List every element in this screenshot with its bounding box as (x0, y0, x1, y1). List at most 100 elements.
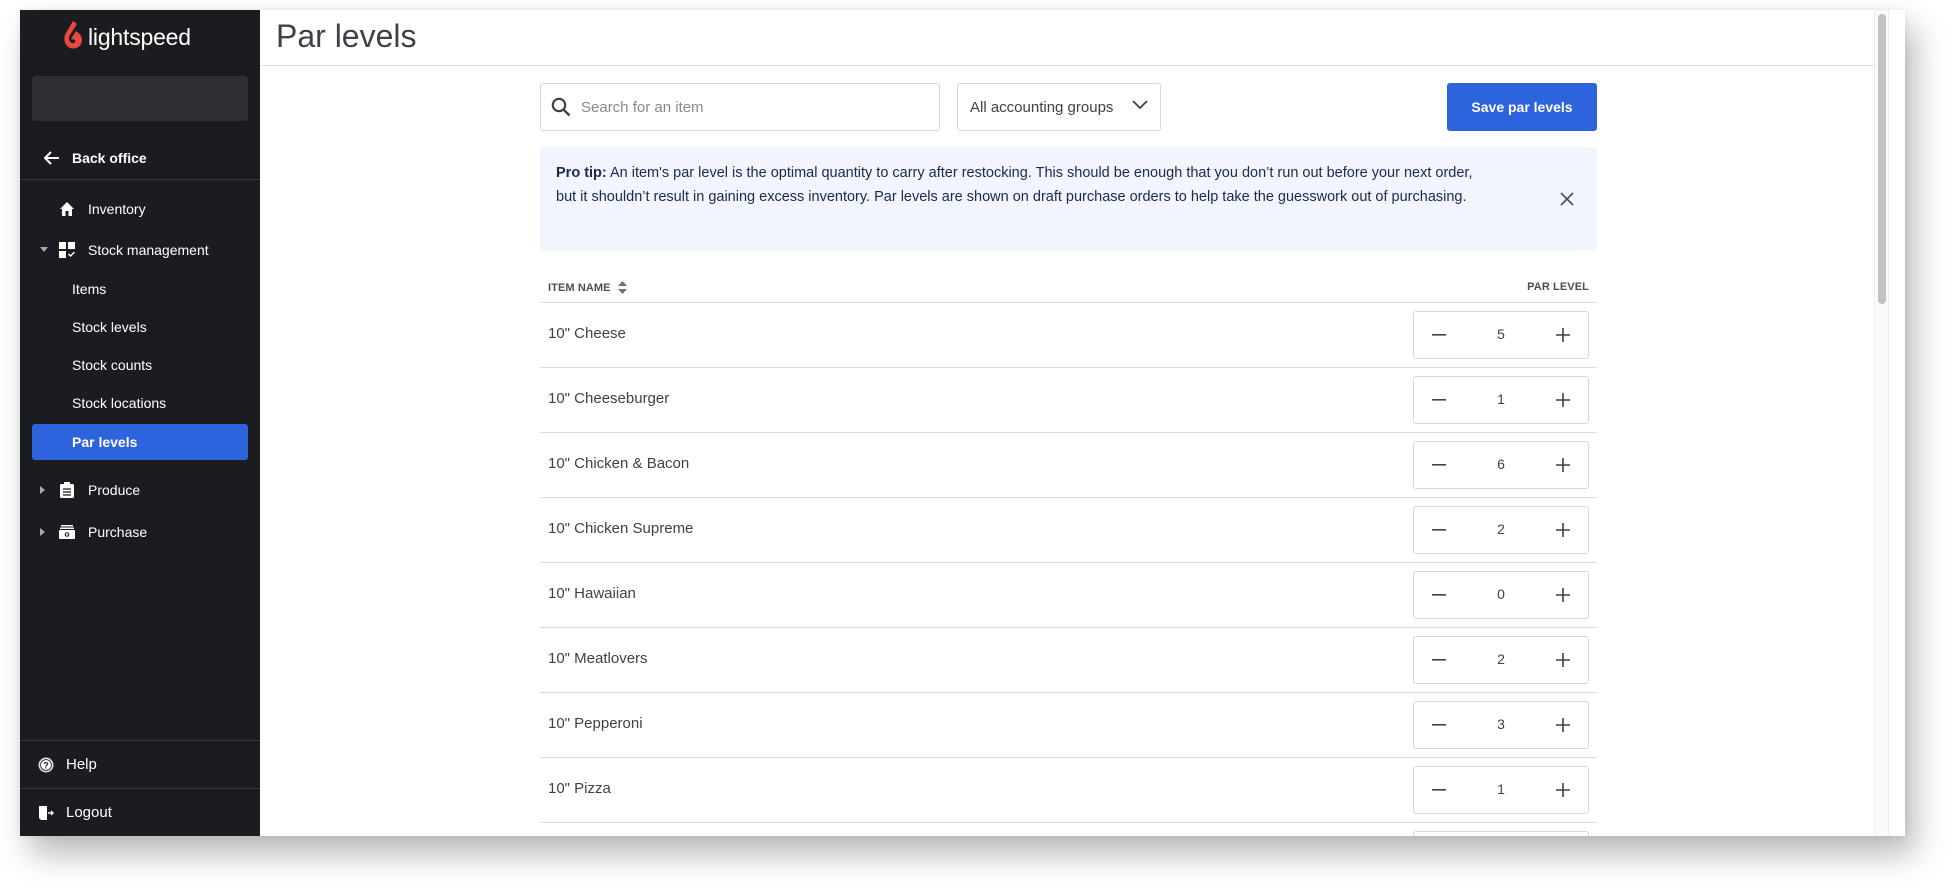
table-row: 10" Cheese 5 (540, 303, 1597, 368)
back-office-link[interactable]: Back office (20, 136, 260, 180)
item-name: 10" Chicken Supreme (548, 520, 694, 537)
plus-icon[interactable] (1554, 326, 1572, 344)
par-level-stepper[interactable]: 6 (1413, 441, 1589, 489)
par-level-stepper[interactable]: 0 (1413, 571, 1589, 619)
sidebar-subitem-items[interactable]: Items (32, 271, 248, 307)
item-search-input[interactable] (581, 98, 921, 116)
pro-tip-label: Pro tip: (556, 165, 607, 181)
accounting-group-select[interactable]: All accounting groups (957, 83, 1161, 131)
sidebar-item-purchase[interactable]: Purchase (20, 515, 260, 549)
sidebar-subitem-par-levels[interactable]: Par levels (32, 424, 248, 460)
table-row: 10" Chicken & Bacon 6 (540, 433, 1597, 498)
page-header: Par levels (260, 10, 1875, 66)
minus-icon[interactable] (1430, 521, 1448, 539)
plus-icon[interactable] (1554, 391, 1572, 409)
par-level-value[interactable]: 6 (1464, 456, 1538, 472)
par-level-stepper[interactable]: 1 (1413, 766, 1589, 814)
plus-icon[interactable] (1554, 456, 1572, 474)
plus-icon[interactable] (1554, 651, 1572, 669)
back-office-label: Back office (72, 149, 147, 166)
par-level-value[interactable]: 0 (1464, 586, 1538, 602)
brand-name: lightspeed (88, 23, 191, 50)
toolbar: All accounting groups Save par levels (540, 83, 1597, 131)
minus-icon[interactable] (1430, 651, 1448, 669)
chevron-down-icon (1132, 100, 1148, 110)
minus-icon[interactable] (1430, 586, 1448, 604)
minus-icon[interactable] (1430, 391, 1448, 409)
table-row: 10" Pizza 1 (540, 758, 1597, 823)
flame-logo-icon (62, 20, 84, 55)
plus-icon[interactable] (1554, 781, 1572, 799)
minus-icon[interactable] (1430, 456, 1448, 474)
item-name: 10" Cheeseburger (548, 390, 670, 407)
par-level-stepper[interactable]: 2 (1413, 506, 1589, 554)
caret-right-icon (40, 528, 48, 536)
sidebar-subitem-label: Stock counts (72, 357, 153, 373)
par-level-value[interactable]: 2 (1464, 651, 1538, 667)
sidebar-subitem-stock-locations[interactable]: Stock locations (32, 385, 248, 421)
table-header: ITEM NAME PAR LEVEL (540, 267, 1597, 303)
sidebar-item-label: Inventory (88, 201, 146, 217)
lightspeed-logo[interactable]: lightspeed (62, 20, 191, 55)
help-label: Help (66, 756, 97, 773)
vertical-scrollbar[interactable] (1874, 10, 1889, 836)
page-title: Par levels (276, 18, 417, 54)
plus-icon[interactable] (1554, 586, 1572, 604)
table-row: 10" Cheeseburger 1 (540, 368, 1597, 433)
item-name: 10" Chicken & Bacon (548, 455, 690, 472)
par-level-value[interactable]: 3 (1464, 716, 1538, 732)
par-level-stepper[interactable]: 2 (1413, 636, 1589, 684)
accounting-group-value: All accounting groups (970, 98, 1114, 116)
minus-icon[interactable] (1430, 781, 1448, 799)
par-level-value[interactable]: 5 (1464, 326, 1538, 342)
main-content: Par levels All accounting groups Save pa… (260, 10, 1905, 836)
plus-icon[interactable] (1554, 716, 1572, 734)
item-name: 10" Pizza (548, 780, 611, 797)
item-name: 10" Pepperoni (548, 715, 643, 732)
table-row: 10" Hawaiian 0 (540, 563, 1597, 628)
sidebar-item-produce[interactable]: Produce (20, 473, 260, 507)
sidebar: lightspeed Back office Inventory Stock m… (20, 10, 260, 836)
arrow-left-icon (44, 150, 60, 165)
par-level-stepper[interactable]: 5 (1413, 311, 1589, 359)
table-row: 10" Pepperoni 3 (540, 693, 1597, 758)
sidebar-location-field[interactable] (32, 76, 248, 121)
help-link[interactable]: ? Help (20, 740, 260, 788)
scrollbar-thumb[interactable] (1878, 14, 1886, 304)
plus-icon[interactable] (1554, 521, 1572, 539)
par-level-stepper[interactable]: 1 (1413, 376, 1589, 424)
sidebar-subitem-stock-counts[interactable]: Stock counts (32, 347, 248, 383)
minus-icon[interactable] (1430, 716, 1448, 734)
sort-icon (617, 281, 627, 294)
item-search-box[interactable] (540, 83, 940, 131)
sidebar-subitem-stock-levels[interactable]: Stock levels (32, 309, 248, 345)
save-par-levels-button[interactable]: Save par levels (1447, 83, 1597, 131)
par-level-stepper[interactable] (1413, 831, 1589, 836)
minus-icon[interactable] (1430, 326, 1448, 344)
close-icon[interactable] (1559, 191, 1575, 207)
app-window: lightspeed Back office Inventory Stock m… (20, 10, 1905, 836)
par-level-value[interactable]: 1 (1464, 391, 1538, 407)
par-level-value[interactable]: 1 (1464, 781, 1538, 797)
dashboard-check-icon (58, 241, 76, 259)
table-row (540, 823, 1597, 836)
pro-tip-text: An item's par level is the optimal quant… (556, 165, 1473, 205)
help-icon: ? (38, 757, 54, 773)
item-name: 10" Hawaiian (548, 585, 636, 602)
home-icon (58, 200, 76, 218)
sidebar-item-label: Stock management (88, 242, 209, 258)
sidebar-item-stock-management[interactable]: Stock management (20, 233, 260, 267)
table-row: 10" Meatlovers 2 (540, 628, 1597, 693)
sidebar-item-inventory[interactable]: Inventory (20, 192, 260, 226)
sidebar-subitem-label: Stock locations (72, 395, 167, 411)
column-header-par-level: PAR LEVEL (1527, 281, 1589, 293)
par-levels-table: ITEM NAME PAR LEVEL 10" Cheese 5 10" Che… (540, 267, 1597, 836)
par-level-value[interactable]: 2 (1464, 521, 1538, 537)
clipboard-icon (58, 481, 76, 499)
par-level-stepper[interactable]: 3 (1413, 701, 1589, 749)
cash-register-icon (58, 523, 76, 541)
svg-text:?: ? (43, 760, 49, 770)
column-label: ITEM NAME (548, 281, 611, 294)
logout-link[interactable]: Logout (20, 788, 260, 836)
column-header-item-name[interactable]: ITEM NAME (548, 281, 627, 294)
